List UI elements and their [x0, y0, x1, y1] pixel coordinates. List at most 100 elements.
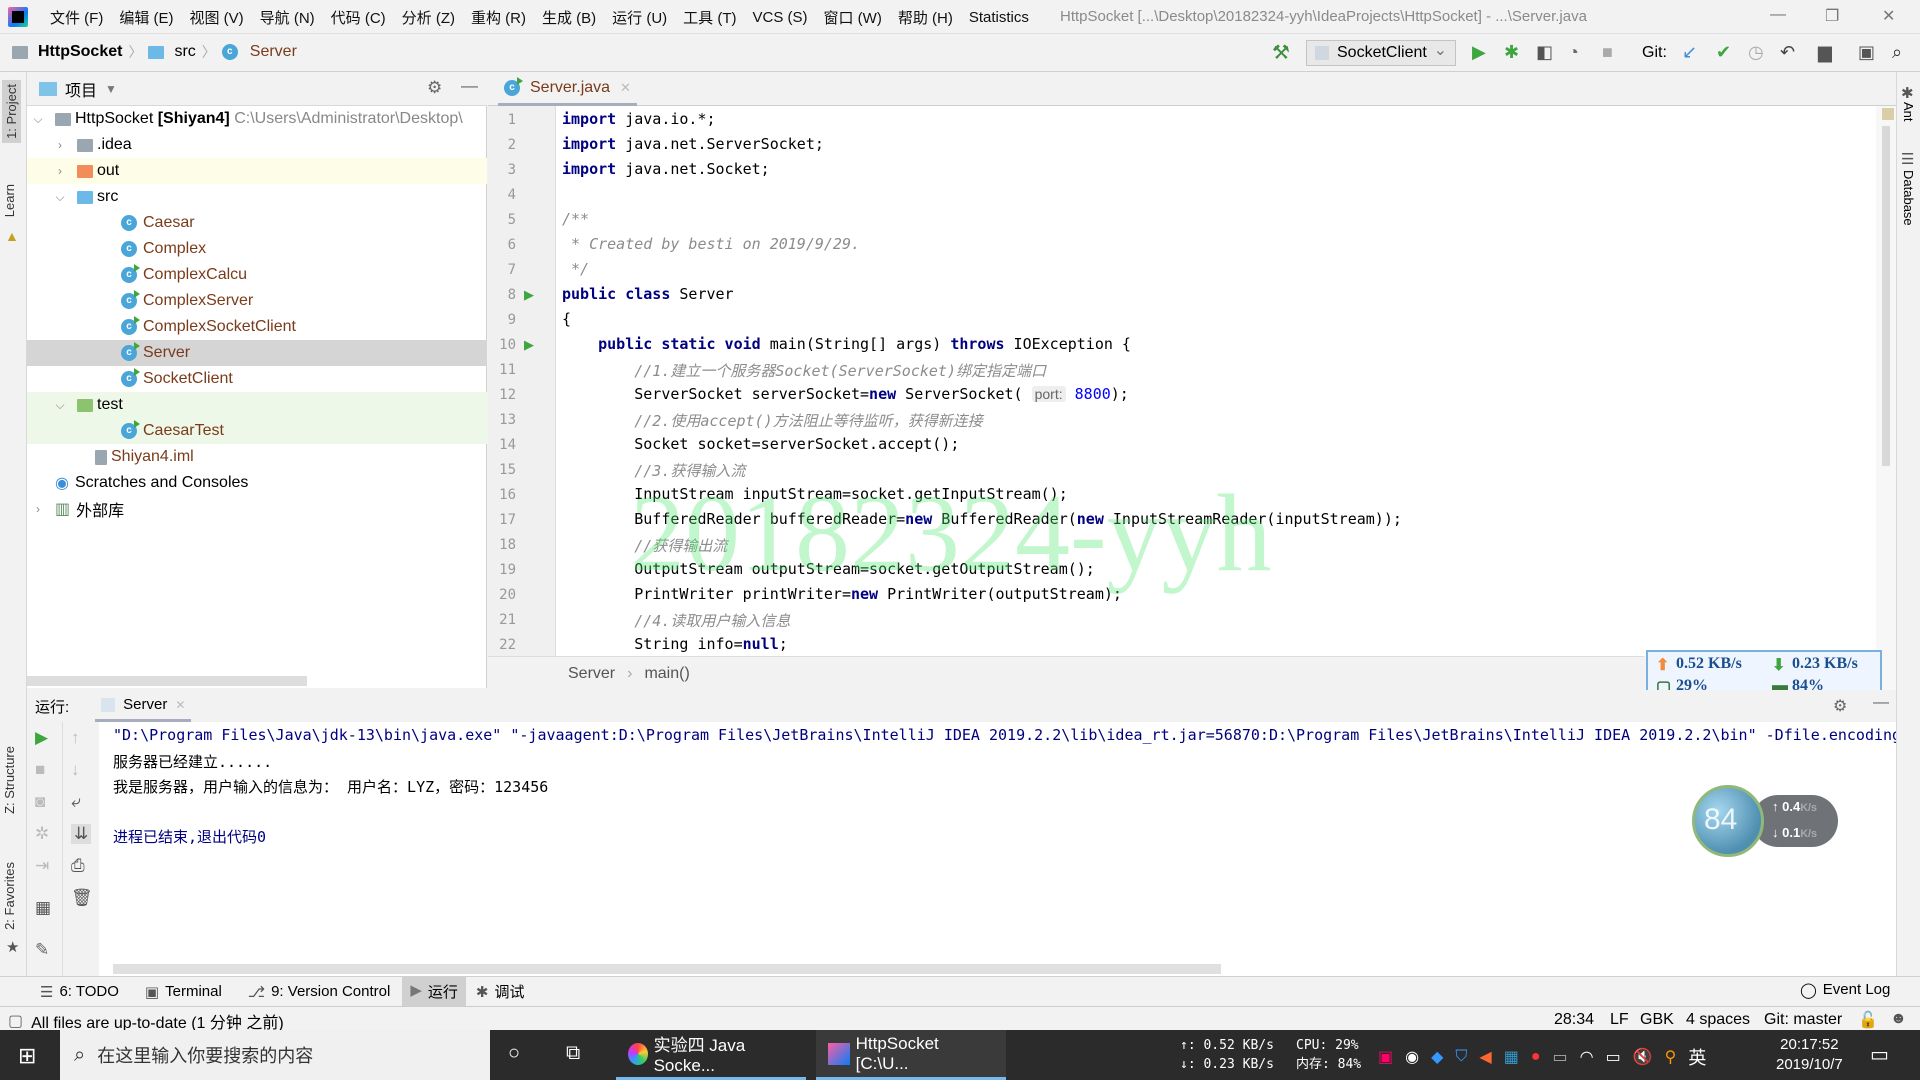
event-log-button[interactable]: ◯ Event Log	[1800, 981, 1890, 999]
menu-item[interactable]: 窗口 (W)	[824, 7, 882, 28]
battery-icon[interactable]: ▭	[1606, 1047, 1621, 1067]
search-everywhere-icon[interactable]: ⌕	[1892, 42, 1902, 63]
debug-icon[interactable]: ✱	[1504, 42, 1519, 63]
speaker-app-icon[interactable]: ◀	[1479, 1047, 1491, 1067]
run-gutter-icon[interactable]: ▶	[524, 287, 534, 303]
inspector-icon[interactable]: ☻	[1890, 1010, 1907, 1028]
git-update-icon[interactable]: ↙	[1682, 42, 1697, 63]
menu-item[interactable]: 视图 (V)	[190, 7, 244, 28]
breadcrumb-project[interactable]: HttpSocket	[38, 43, 122, 61]
task-view-icon[interactable]: ⧉	[566, 1042, 580, 1065]
tree-item[interactable]: c Complex	[27, 236, 487, 262]
tab-todo[interactable]: 6: TODO	[59, 983, 118, 1000]
menu-item[interactable]: 重构 (R)	[471, 7, 526, 28]
chevron-right-icon[interactable]: ›	[31, 502, 45, 516]
notification-icon[interactable]: ▭	[1870, 1042, 1889, 1067]
menu-item[interactable]: 工具 (T)	[683, 7, 736, 28]
menu-item[interactable]: 帮助 (H)	[898, 7, 953, 28]
editor-scrollbar-thumb[interactable]	[1882, 126, 1890, 466]
chevron-right-icon[interactable]: ›	[53, 164, 67, 178]
menu-item[interactable]: 编辑 (E)	[119, 7, 173, 28]
menu-item[interactable]: VCS (S)	[753, 9, 808, 26]
tree-item[interactable]: c SocketClient	[27, 366, 487, 392]
tree-item[interactable]: ⌵ src	[27, 184, 487, 210]
chevron-down-icon[interactable]: ⌵	[53, 398, 67, 413]
menu-item[interactable]: Statistics	[969, 9, 1029, 26]
console-output[interactable]: "D:\Program Files\Java\jdk-13\bin\java.e…	[99, 722, 1896, 976]
tree-item[interactable]: › .idea	[27, 132, 487, 158]
intellij-tray-icon[interactable]: ▣	[1378, 1047, 1393, 1067]
tab-favorites[interactable]: 2: Favorites	[2, 862, 17, 930]
taskbar-app-intellij[interactable]: HttpSocket [C:\U...	[816, 1030, 1006, 1080]
taskbar-search[interactable]: ⌕ 在这里输入你要搜索的内容	[60, 1030, 490, 1080]
up-arrow-icon[interactable]: ↑	[71, 728, 80, 748]
layout-icon[interactable]: ▦	[35, 898, 51, 918]
tree-item[interactable]: Shiyan4.iml	[27, 444, 487, 470]
tree-item[interactable]: c ComplexServer	[27, 288, 487, 314]
menu-item[interactable]: 文件 (F)	[50, 7, 103, 28]
tab-project[interactable]: 1: Project	[2, 80, 21, 143]
tree-item[interactable]: › out	[27, 158, 487, 184]
run-configuration-select[interactable]: SocketClient	[1306, 39, 1456, 66]
tree-item[interactable]: c ComplexSocketClient	[27, 314, 487, 340]
clear-all-icon[interactable]: 🗑	[71, 888, 93, 908]
stop-icon[interactable]: ■	[35, 760, 45, 780]
settings-icon[interactable]: ✲	[35, 824, 49, 844]
tree-item[interactable]: c ComplexCalcu	[27, 262, 487, 288]
breadcrumb-server[interactable]: Server	[250, 43, 297, 61]
restore-button[interactable]: ❐	[1825, 6, 1839, 26]
caret-position[interactable]: 28:34	[1554, 1011, 1594, 1029]
git-commit-icon[interactable]: ✔	[1716, 42, 1731, 63]
code-editor[interactable]: import java.io.*; import java.net.ServerS…	[556, 106, 1876, 656]
network-app-icon[interactable]: ▦	[1504, 1047, 1519, 1067]
tab-database[interactable]: Database	[1901, 170, 1916, 226]
tree-item[interactable]: c Server	[27, 340, 487, 366]
tab-terminal[interactable]: Terminal	[165, 983, 222, 1000]
print-icon[interactable]: ⎙	[71, 856, 85, 876]
shield-icon[interactable]: ⛉	[1455, 1048, 1467, 1066]
inspection-indicator[interactable]	[1882, 108, 1894, 120]
minimize-button[interactable]: —	[1770, 6, 1786, 24]
gear-icon[interactable]: ⚙	[427, 78, 442, 98]
editor-error-stripe[interactable]	[1876, 106, 1896, 690]
dump-threads-icon[interactable]: ◙	[35, 792, 45, 812]
run-icon[interactable]: ▶	[1472, 42, 1486, 63]
line-separator[interactable]: LF	[1610, 1011, 1629, 1029]
tab-run[interactable]: ▶ 运行	[402, 977, 466, 1006]
restore-layout-icon[interactable]: ⇥	[35, 856, 49, 876]
hide-panel-icon[interactable]: —	[461, 76, 478, 96]
menu-item[interactable]: 导航 (N)	[260, 7, 315, 28]
tab-structure[interactable]: Z: Structure	[2, 746, 17, 814]
git-branch[interactable]: Git: master	[1764, 1011, 1842, 1029]
tab-learn[interactable]: Learn	[2, 184, 17, 217]
breadcrumb-src[interactable]: src	[174, 43, 195, 61]
tree-root[interactable]: ⌵ HttpSocket [Shiyan4] C:\Users\Administr…	[27, 106, 487, 132]
menu-item[interactable]: 分析 (Z)	[402, 7, 455, 28]
editor-crumb-class[interactable]: Server	[568, 665, 615, 683]
tab-server-java[interactable]: c Server.java ✕	[498, 72, 637, 106]
ime-indicator[interactable]: 英	[1688, 1044, 1706, 1070]
display-icon[interactable]: ▭	[1553, 1047, 1568, 1067]
menu-item[interactable]: 生成 (B)	[542, 7, 596, 28]
windows-start-icon[interactable]: ⊞	[18, 1043, 36, 1069]
tab-debug[interactable]: 调试	[494, 981, 524, 1002]
git-history-icon[interactable]: ◷	[1748, 42, 1764, 63]
file-encoding[interactable]: GBK	[1640, 1011, 1674, 1029]
close-tab-icon[interactable]: ✕	[175, 698, 185, 712]
git-rollback-icon[interactable]: ↶	[1780, 42, 1795, 63]
feather-icon[interactable]: ◆	[1431, 1047, 1443, 1067]
tree-item[interactable]: ⌵ test	[27, 392, 487, 418]
soft-wrap-icon[interactable]: ⤶	[71, 792, 81, 812]
chevron-down-icon[interactable]: ▼	[105, 82, 117, 96]
project-structure-icon[interactable]: ▆	[1818, 42, 1832, 63]
rerun-icon[interactable]: ▶	[35, 728, 48, 748]
activity-icon[interactable]: ◉	[1405, 1047, 1419, 1067]
taskbar-app-browser[interactable]: 实验四 Java Socke...	[616, 1030, 806, 1080]
tab-ant[interactable]: Ant	[1901, 102, 1916, 122]
indent-setting[interactable]: 4 spaces	[1686, 1011, 1750, 1029]
run-tab-server[interactable]: Server ✕	[95, 690, 192, 722]
coverage-icon[interactable]: ◧	[1536, 42, 1553, 63]
close-window-button[interactable]: ✕	[1882, 6, 1895, 26]
stop-icon[interactable]: ■	[1602, 42, 1613, 63]
editor-crumb-method[interactable]: main()	[644, 665, 689, 683]
